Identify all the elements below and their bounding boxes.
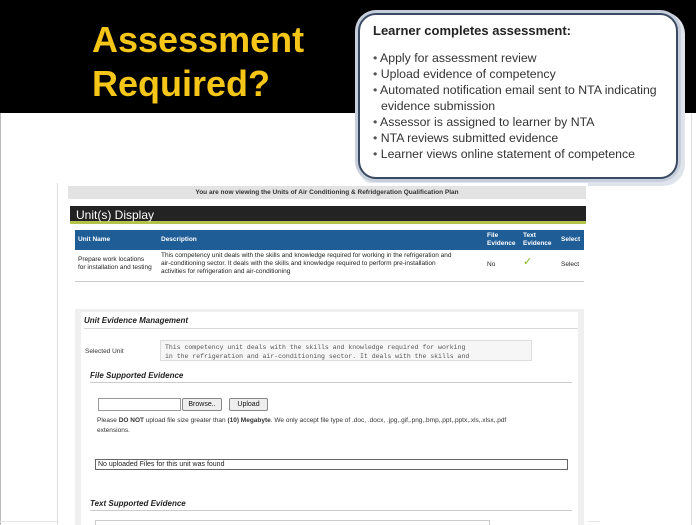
row-description-line2: air-conditioning sector. It deals with t…	[161, 260, 436, 267]
header-file-evidence-line1: File	[487, 232, 499, 239]
callout-item: • Learner views online statement of comp…	[373, 147, 636, 161]
row-unit-name-line2: for installation and testing	[78, 264, 152, 271]
file-evidence-title: File Supported Evidence	[90, 371, 184, 380]
header-description: Description	[161, 236, 197, 243]
upload-button[interactable]: Upload	[229, 398, 268, 411]
units-display-title: Unit(s) Display	[70, 206, 586, 224]
selected-unit-text-line2: in the refrigeration and air-conditionin…	[165, 353, 470, 360]
selected-unit-text-line1: This competency unit deals with the skil…	[165, 344, 466, 351]
slide-title-line1: Assessment	[92, 19, 305, 60]
text-evidence-title: Text Supported Evidence	[90, 499, 186, 508]
evidence-panel: Unit Evidence Management Selected Unit T…	[75, 309, 584, 525]
header-select: Select	[561, 236, 581, 243]
callout-box: Learner completes assessment: • Apply fo…	[358, 13, 678, 179]
upload-note: Please DO NOT upload file size greater t…	[97, 417, 507, 434]
browse-button[interactable]: Browse..	[182, 398, 222, 411]
callout-item: • Assessor is assigned to learner by NTA	[373, 115, 595, 129]
callout-item: • Automated notification email sent to N…	[373, 83, 657, 113]
left-divider	[0, 113, 1, 525]
header-text-evidence-line1: Text	[523, 232, 536, 239]
selected-unit-label: Selected Unit	[85, 348, 124, 355]
table-divider	[75, 281, 584, 282]
selected-unit-textarea[interactable]: This competency unit deals with the skil…	[160, 340, 532, 361]
file-evidence-divider	[90, 382, 572, 383]
row-select-link[interactable]: Select	[561, 261, 579, 269]
slide-title-line2: Required?	[92, 63, 271, 104]
file-path-input[interactable]	[98, 398, 181, 411]
row-file-evidence: No	[487, 261, 496, 268]
header-file-evidence-line2: Evidence	[487, 240, 516, 247]
row-unit-name-line1: Prepare work locations	[78, 256, 145, 263]
evidence-panel-inner: Unit Evidence Management Selected Unit T…	[81, 312, 578, 525]
callout-item: • Upload evidence of competency	[373, 67, 556, 81]
row-description-line3: activities for refrigeration and air-con…	[161, 268, 291, 275]
callout-item: • Apply for assessment review	[373, 51, 537, 65]
row-description-line1: This competency unit deals with the skil…	[161, 252, 452, 259]
callout-list: • Apply for assessment review • Upload e…	[373, 50, 666, 162]
text-evidence-input[interactable]	[95, 520, 490, 525]
units-table-header: Unit Name Description File Evidence Text…	[75, 230, 584, 250]
slide-title: Assessment Required?	[92, 18, 332, 106]
evidence-title-divider	[84, 328, 578, 329]
table-row: Prepare work locations for installation …	[75, 251, 584, 279]
header-unit-name: Unit Name	[78, 236, 111, 243]
app-screenshot: You are now viewing the Units of Air Con…	[57, 183, 588, 525]
check-icon: ✓	[523, 256, 533, 268]
text-evidence-divider	[90, 510, 572, 511]
evidence-title: Unit Evidence Management	[84, 316, 189, 325]
callout-title: Learner completes assessment:	[373, 23, 571, 38]
qualification-banner: You are now viewing the Units of Air Con…	[68, 186, 586, 199]
right-divider	[691, 113, 692, 525]
header-text-evidence-line2: Evidence	[523, 240, 552, 247]
no-files-message: No uploaded Files for this unit was foun…	[95, 459, 568, 470]
callout-item: • NTA reviews submitted evidence	[373, 131, 559, 145]
